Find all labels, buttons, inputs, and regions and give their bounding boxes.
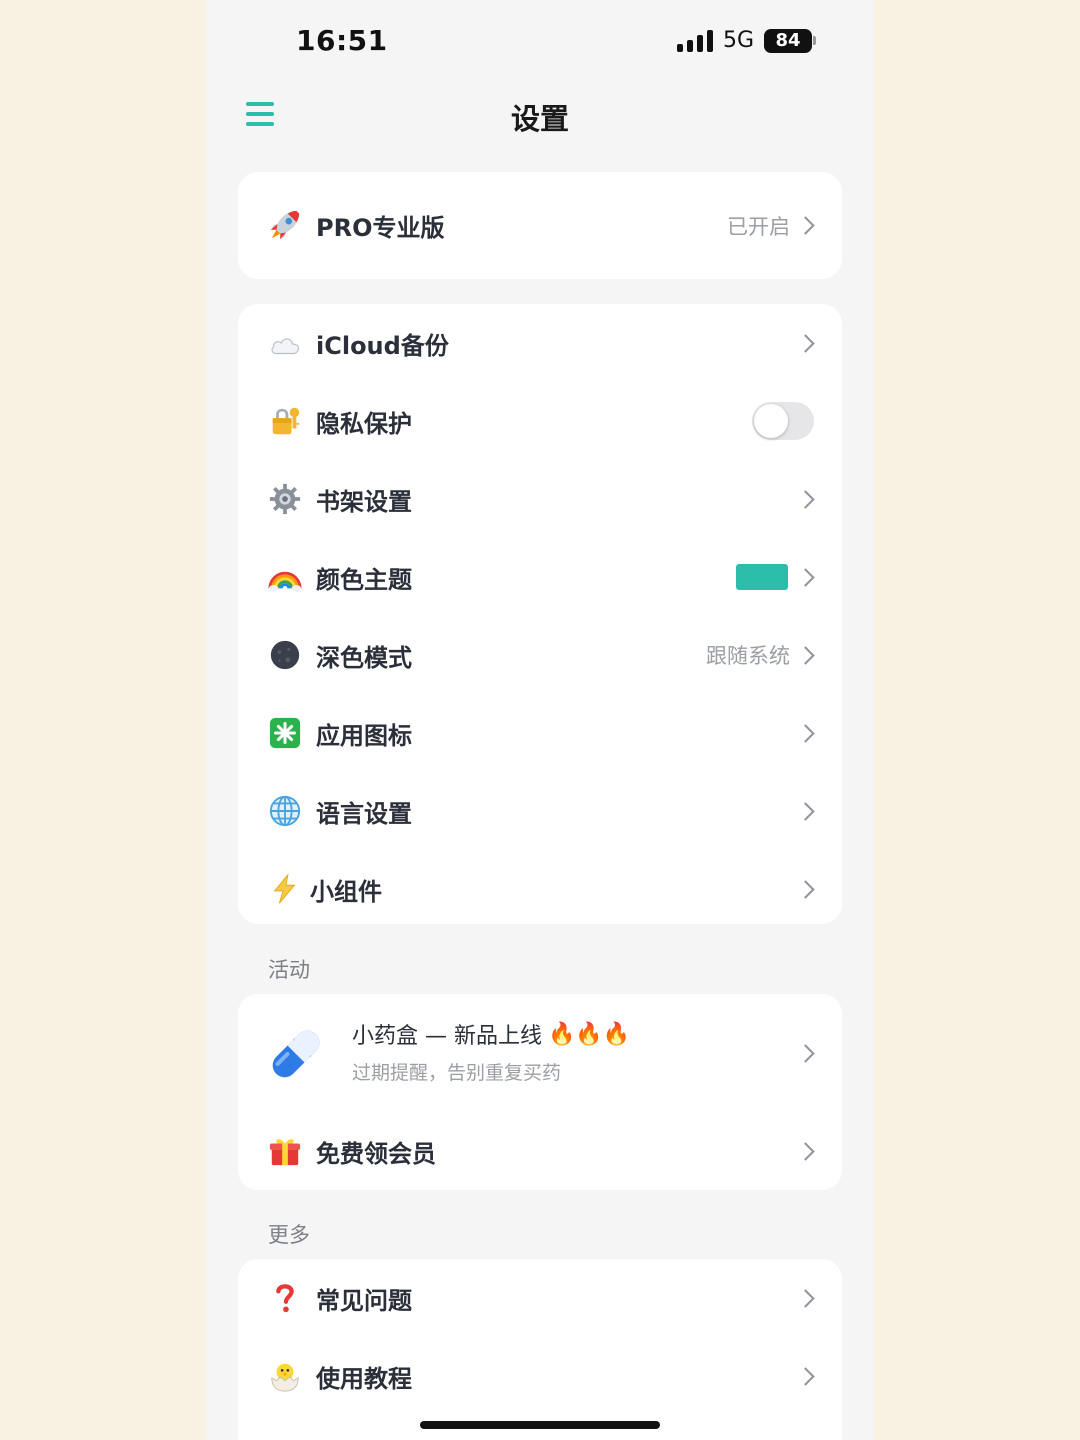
chevron-right-icon (796, 216, 815, 235)
status-time: 16:51 (296, 24, 388, 57)
chevron-right-icon (796, 801, 815, 821)
rainbow-icon (268, 571, 302, 592)
privacy-toggle[interactable] (752, 402, 814, 440)
hatching-chick-icon (271, 1363, 299, 1392)
promo-title: 小药盒 — 新品上线 🔥🔥🔥 (352, 1018, 630, 1050)
settings-item-icloud[interactable]: iCloud备份 (238, 304, 842, 382)
more-item-faq[interactable]: 常见问题 (238, 1259, 842, 1337)
chevron-right-icon (796, 1288, 815, 1308)
settings-item-app-icon[interactable]: 应用图标 (238, 694, 842, 772)
question-icon (276, 1284, 294, 1313)
network-type: 5G (722, 28, 754, 53)
chevron-right-icon (796, 1366, 815, 1386)
settings-item-label: 小组件 (310, 877, 382, 906)
settings-item-color-theme[interactable]: 颜色主题 (238, 538, 842, 616)
more-item-label: 使用教程 (316, 1364, 412, 1393)
chevron-right-icon (796, 1141, 815, 1161)
app-icon-icon (269, 717, 301, 749)
dark-moon-icon (270, 640, 300, 670)
rocket-icon (270, 210, 300, 240)
more-item-label: 常见问题 (316, 1286, 412, 1315)
settings-item-language[interactable]: 语言设置 (238, 772, 842, 850)
settings-item-label: 隐私保护 (316, 409, 412, 438)
page-title: 设置 (510, 102, 569, 136)
signal-icon (676, 29, 713, 52)
pro-row[interactable]: PRO专业版 已开启 (238, 172, 842, 279)
lock-key-icon (272, 407, 300, 435)
home-indicator (420, 1421, 660, 1429)
toggle-knob (754, 404, 788, 438)
settings-item-dark-mode[interactable]: 深色模式 跟随系统 (238, 616, 842, 694)
gift-icon (269, 1139, 301, 1166)
settings-item-label: 语言设置 (316, 799, 412, 828)
settings-item-label: 书架设置 (316, 487, 412, 516)
settings-item-label: iCloud备份 (316, 331, 449, 360)
more-card: 常见问题 使用教程 (238, 1259, 842, 1440)
settings-card: iCloud备份 隐私保护 书架设置 颜色主题 深色模式 跟随系统 应用图标 语… (238, 304, 842, 924)
gear-icon (269, 483, 301, 515)
battery-level: 84 (764, 28, 812, 53)
dark-mode-value: 跟随系统 (706, 644, 790, 668)
phone-screen: 16:51 5G 84 设置 PRO专业版 已开启 iCloud备份 隐私保护 … (206, 0, 874, 1440)
more-item-tutorial[interactable]: 使用教程 (238, 1337, 842, 1415)
promo-title-text: 小药盒 — 新品上线 (352, 1024, 542, 1049)
settings-item-bookshelf[interactable]: 书架设置 (238, 460, 842, 538)
pro-card: PRO专业版 已开启 (238, 172, 842, 279)
chevron-right-icon (796, 489, 815, 509)
chevron-right-icon (796, 1043, 815, 1063)
battery-icon: 84 (764, 28, 816, 53)
settings-item-label: 应用图标 (316, 721, 412, 750)
section-title-more: 更多 (268, 1223, 310, 1247)
status-bar: 16:51 5G 84 (206, 0, 874, 84)
globe-icon (269, 795, 301, 827)
status-indicators: 5G 84 (676, 28, 816, 53)
settings-item-privacy: 隐私保护 (238, 382, 842, 460)
free-member-row[interactable]: 免费领会员 (238, 1112, 842, 1190)
nav-bar: 设置 (206, 84, 874, 146)
chevron-right-icon (796, 879, 815, 899)
promo-pill-box[interactable]: 小药盒 — 新品上线 🔥🔥🔥 过期提醒，告别重复买药 (238, 994, 842, 1112)
pill-icon (272, 1030, 320, 1078)
chevron-right-icon (796, 567, 815, 587)
cloud-icon (271, 338, 300, 355)
chevron-right-icon (796, 333, 815, 353)
settings-item-label: 颜色主题 (316, 565, 412, 594)
fire-icon: 🔥🔥🔥 (548, 1021, 631, 1047)
activity-card: 小药盒 — 新品上线 🔥🔥🔥 过期提醒，告别重复买药 免费领会员 (238, 994, 842, 1190)
chevron-right-icon (796, 645, 815, 665)
settings-item-label: 深色模式 (316, 643, 412, 672)
free-member-label: 免费领会员 (316, 1139, 436, 1168)
pro-label: PRO专业版 (316, 214, 445, 242)
chevron-right-icon (796, 723, 815, 743)
pro-status-value: 已开启 (727, 214, 790, 239)
theme-color-swatch (736, 564, 788, 590)
section-title-activity: 活动 (268, 958, 310, 982)
lightning-icon (273, 873, 296, 904)
settings-item-widget[interactable]: 小组件 (238, 850, 842, 928)
promo-subtitle: 过期提醒，告别重复买药 (352, 1062, 562, 1084)
